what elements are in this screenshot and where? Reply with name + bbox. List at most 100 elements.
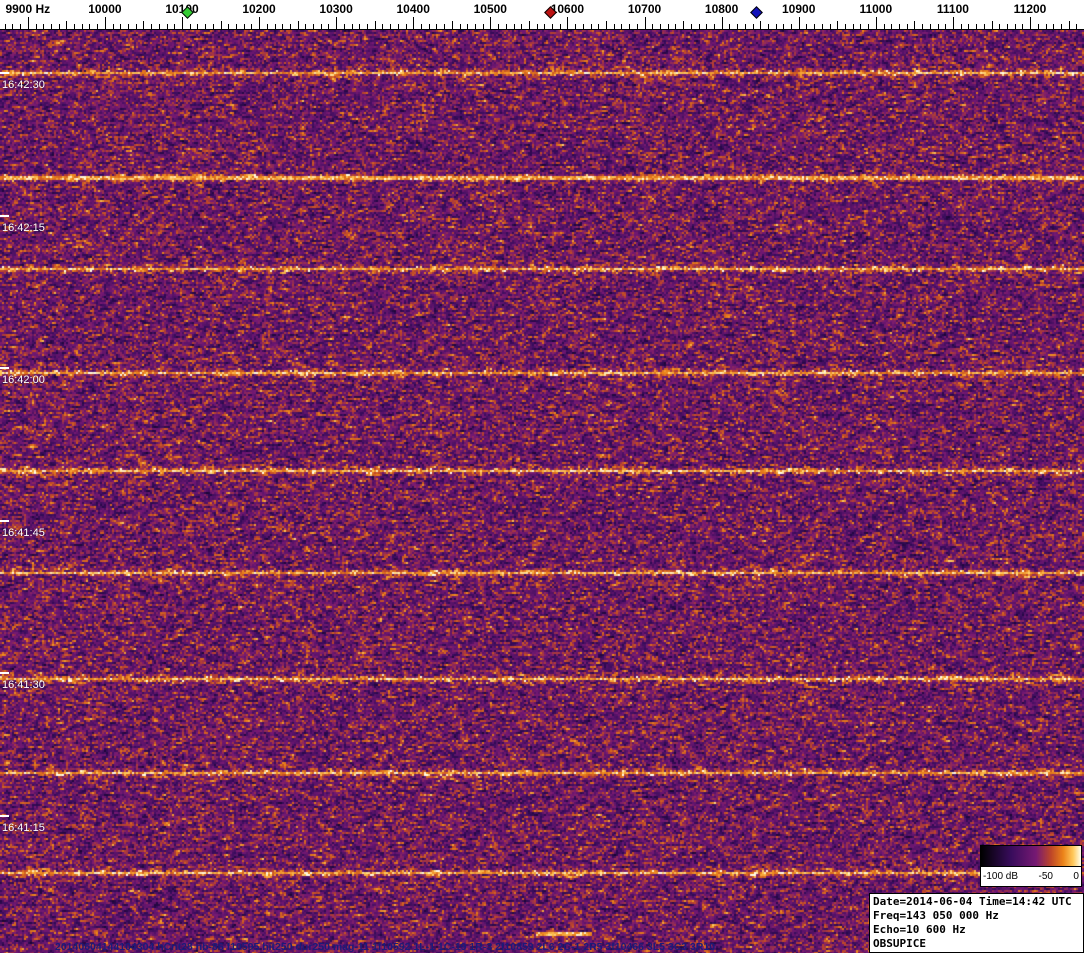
ruler-tick: [182, 17, 183, 29]
ruler-tick: [382, 24, 384, 29]
ruler-tick: [852, 24, 854, 29]
time-label: 16:42:30: [2, 79, 45, 91]
ruler-frequency-label: 11100: [936, 2, 969, 16]
ruler-tick: [197, 24, 199, 29]
ruler-tick: [228, 24, 230, 29]
ruler-tick: [259, 17, 260, 29]
ruler-tick: [945, 24, 947, 29]
ruler-tick: [205, 24, 207, 29]
ruler-tick: [212, 24, 214, 29]
ruler-tick: [351, 24, 353, 29]
legend-max-label: 0: [1073, 871, 1079, 882]
ruler-tick: [81, 24, 83, 29]
ruler-tick: [960, 24, 962, 29]
ruler-tick: [20, 24, 21, 29]
ruler-tick: [660, 24, 661, 29]
ruler-tick: [4, 24, 6, 29]
ruler-tick: [343, 24, 345, 29]
ruler-tick: [282, 24, 284, 29]
ruler-tick: [413, 17, 415, 29]
ruler-tick: [436, 24, 438, 29]
ruler-tick: [976, 24, 978, 29]
time-label: 16:42:15: [2, 222, 45, 234]
blue-frequency-marker-icon[interactable]: [750, 6, 763, 19]
ruler-tick: [1014, 24, 1016, 29]
ruler-tick: [636, 24, 638, 29]
ruler-tick: [521, 24, 523, 29]
ruler-tick: [791, 24, 792, 29]
ruler-tick: [860, 24, 862, 29]
ruler-tick: [367, 24, 368, 29]
ruler-tick: [590, 24, 592, 29]
frequency-ruler: 9900 Hz 10000 10100 10200 10300 10400 10500 106…: [0, 0, 1084, 30]
ruler-tick: [374, 21, 376, 29]
ruler-tick: [582, 24, 584, 29]
ruler-tick: [143, 21, 145, 29]
time-label: 16:41:45: [2, 527, 45, 539]
ruler-frequency-label: 10600: [550, 2, 585, 16]
info-frequency: Freq=143 050 000 Hz: [873, 909, 999, 922]
ruler-tick: [97, 24, 99, 29]
ruler-tick: [868, 24, 870, 29]
ruler-tick: [644, 17, 646, 29]
ruler-tick: [158, 24, 160, 29]
ruler-tick: [544, 24, 546, 29]
ruler-tick: [27, 17, 29, 29]
ruler-tick: [667, 24, 669, 29]
ruler-tick: [251, 24, 253, 29]
ruler-frequency-label: 10500: [473, 2, 507, 16]
ruler-tick: [35, 24, 37, 29]
ruler-tick: [428, 24, 430, 29]
ruler-tick: [983, 24, 985, 29]
ruler-tick: [891, 24, 893, 29]
ruler-tick: [1045, 24, 1047, 29]
ruler-tick: [451, 21, 453, 29]
ruler-tick: [528, 21, 530, 29]
ruler-tick: [359, 24, 361, 29]
ruler-tick: [444, 24, 446, 29]
ruler-tick: [999, 24, 1001, 29]
ruler-tick: [174, 24, 176, 29]
ruler-tick: [683, 21, 685, 29]
ruler-tick: [760, 21, 762, 29]
ruler-tick: [598, 24, 600, 29]
ruler-tick: [289, 24, 291, 29]
ruler-tick: [405, 24, 407, 29]
ruler-tick: [498, 24, 500, 29]
legend-mid-label: -50: [1038, 871, 1053, 882]
ruler-tick: [474, 24, 476, 29]
time-tick: [0, 672, 9, 674]
ruler-tick: [837, 21, 839, 29]
ruler-tick: [783, 24, 785, 29]
ruler-tick: [313, 24, 314, 29]
ruler-tick: [575, 24, 577, 29]
ruler-tick: [243, 24, 245, 29]
ruler-tick: [906, 24, 908, 29]
ruler-tick: [968, 24, 970, 29]
ruler-tick: [89, 24, 91, 29]
ruler-tick: [883, 24, 885, 29]
ruler-tick: [1022, 24, 1024, 29]
info-date-time: Date=2014-06-04 Time=14:42 UTC: [873, 895, 1072, 908]
ruler-tick: [135, 24, 137, 29]
ruler-tick: [1076, 24, 1078, 29]
ruler-tick: [482, 24, 484, 29]
ruler-frequency-label: 10700: [627, 2, 662, 16]
ruler-tick: [567, 17, 569, 29]
ruler-tick: [798, 17, 800, 29]
info-station: OBSUPICE: [873, 937, 926, 950]
ruler-tick: [128, 24, 129, 29]
spectrogram-canvas: [0, 30, 1084, 953]
ruler-tick: [606, 21, 607, 29]
ruler-tick: [737, 24, 739, 29]
ruler-tick: [706, 24, 708, 29]
ruler-frequency-label: 10800: [704, 2, 739, 16]
ruler-frequency-label: 11200: [1013, 2, 1047, 16]
ruler-tick: [58, 24, 60, 29]
time-tick: [0, 215, 9, 217]
ruler-tick: [1060, 24, 1062, 29]
ruler-tick: [320, 24, 322, 29]
ruler-tick: [12, 24, 14, 29]
ruler-tick: [74, 24, 75, 29]
ruler-tick: [713, 24, 715, 29]
